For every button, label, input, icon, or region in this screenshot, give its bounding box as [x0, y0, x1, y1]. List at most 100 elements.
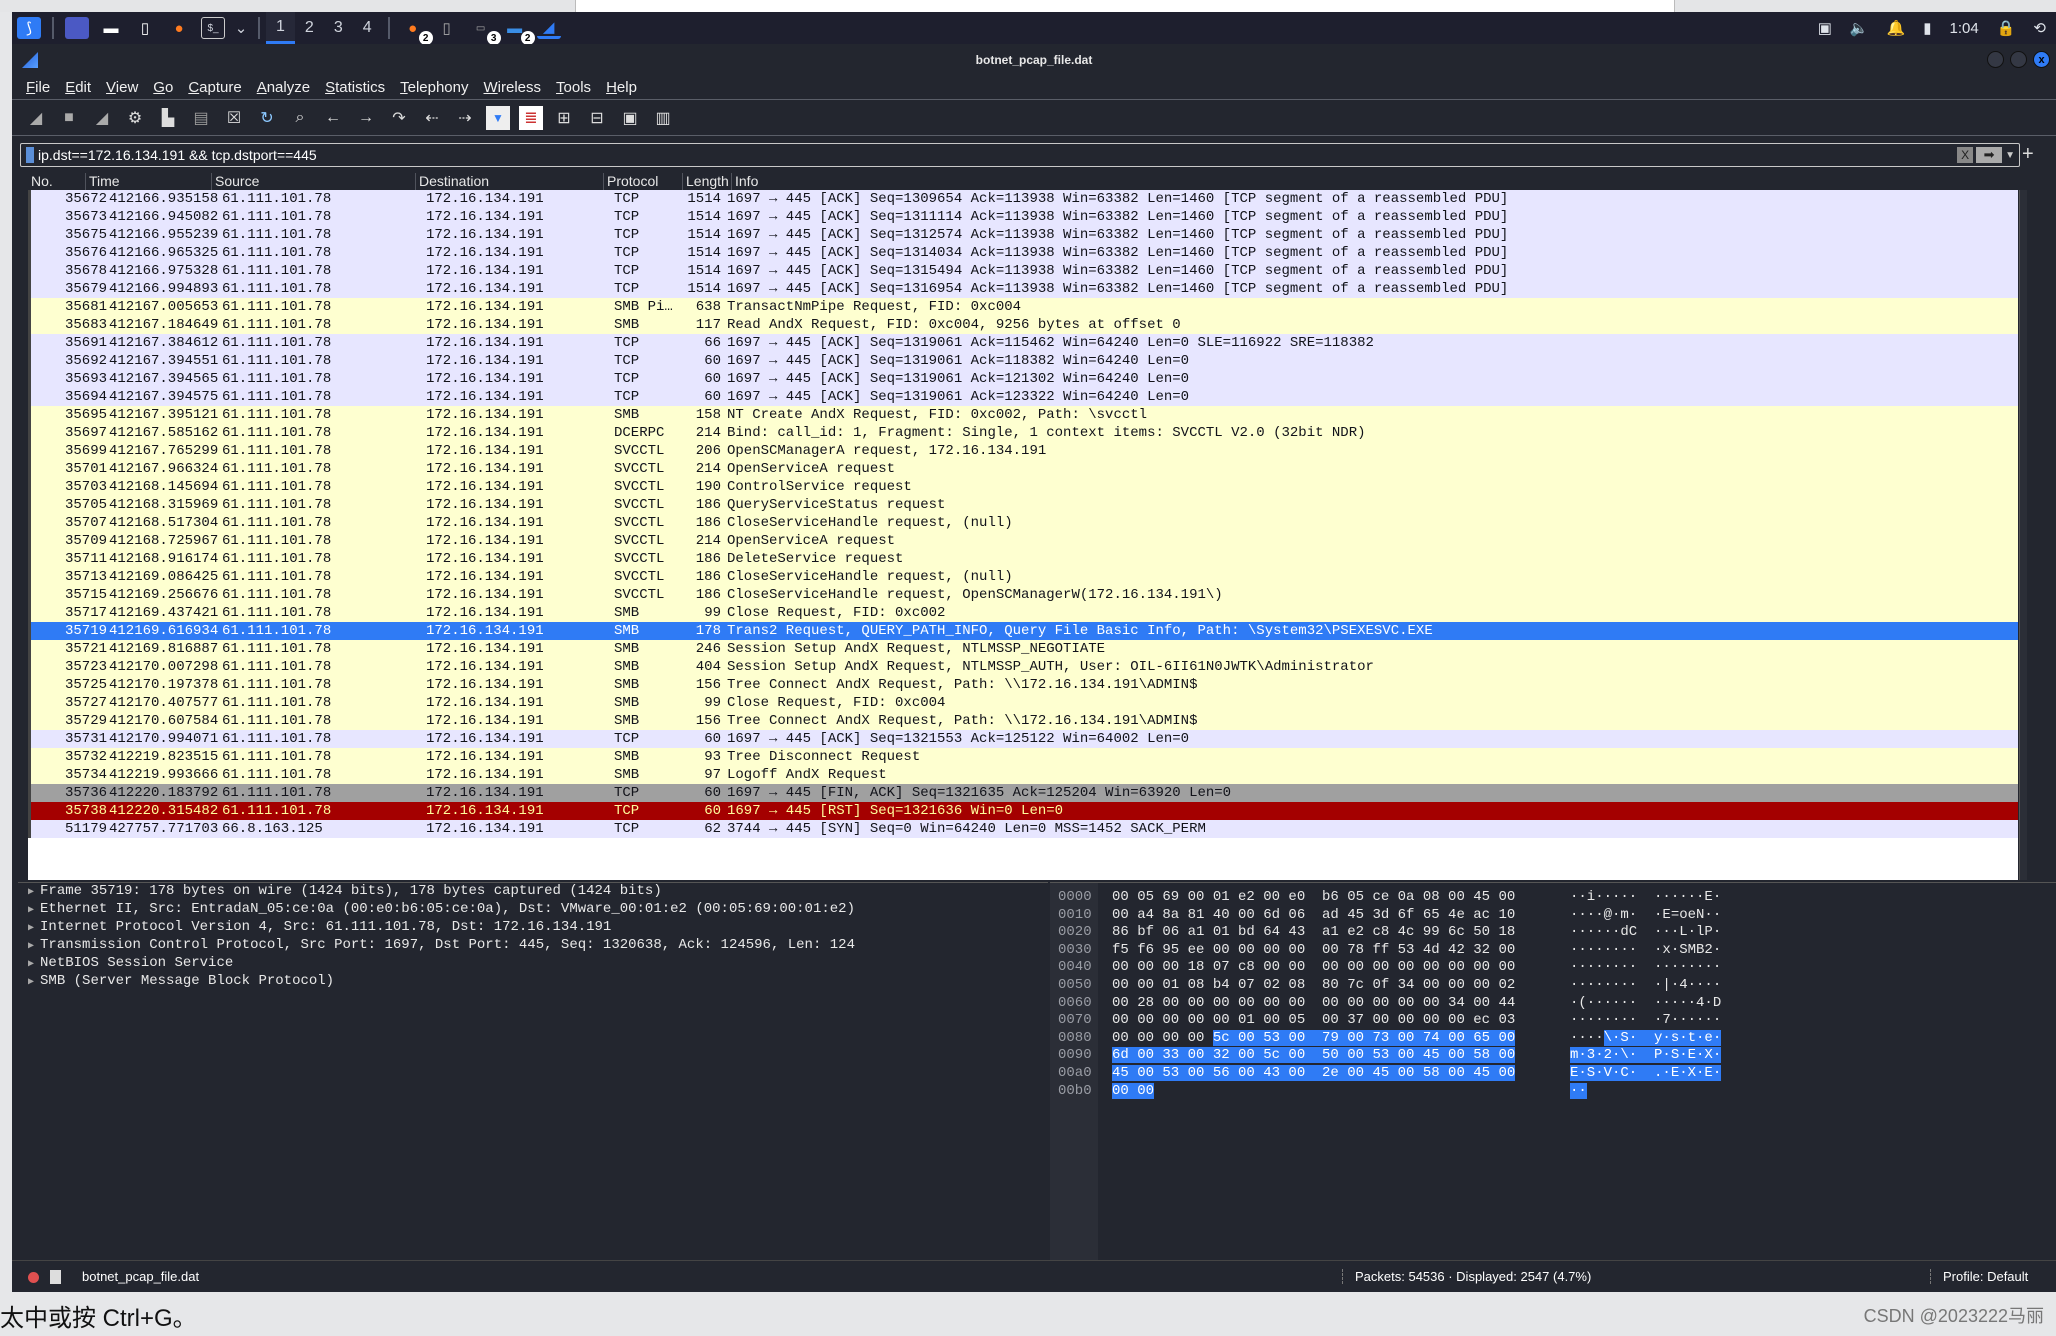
packet-row[interactable]: 35676 412166.965325 61.111.101.78 172.16.13…	[28, 244, 2018, 262]
zoom-in-icon[interactable]: ⊞	[552, 106, 576, 130]
filter-history-dropdown[interactable]: ▼	[2005, 150, 2015, 161]
wireshark-window-icon[interactable]: ◢	[536, 17, 561, 39]
save-file-icon[interactable]: ▤	[189, 106, 213, 130]
menu-telephony[interactable]: Telephony	[400, 79, 468, 96]
go-to-packet-icon[interactable]: ↷	[387, 106, 411, 130]
normal-size-icon[interactable]: ▣	[618, 106, 642, 130]
close-file-icon[interactable]: ☒	[222, 106, 246, 130]
packet-row[interactable]: 35672 412166.935158 61.111.101.78 172.16.13…	[28, 190, 2018, 208]
hex-bytes[interactable]: 00 28 00 00 00 00 00 00 00 00 00 00 00 3…	[1112, 995, 1515, 1012]
packet-row[interactable]: 35695 412167.395121 61.111.101.78 172.16.13…	[28, 406, 2018, 424]
terminal-window-icon[interactable]: ▭ 3	[469, 17, 501, 45]
close-button[interactable]: x	[2033, 51, 2050, 68]
open-file-icon[interactable]: ▙	[156, 106, 180, 130]
clear-filter-button[interactable]: X	[1957, 147, 1974, 163]
hex-ascii[interactable]: ··	[1570, 1082, 1587, 1100]
column-header-destination[interactable]: Destination	[415, 173, 489, 190]
hex-bytes[interactable]: 00 00 01 08 b4 07 02 08 80 7c 0f 34 00 0…	[1112, 977, 1515, 994]
menu-view[interactable]: View	[106, 79, 138, 96]
expert-info-icon[interactable]	[28, 1272, 39, 1283]
column-header-no[interactable]: No.	[28, 173, 53, 190]
scrollbar-thumb[interactable]	[2019, 190, 2027, 880]
selected-ascii[interactable]: ··	[1570, 1082, 1587, 1099]
selected-ascii[interactable]: E·S·V·C· .·E·X·E·	[1570, 1065, 1722, 1081]
packet-list-scrollbar[interactable]	[2018, 190, 2028, 880]
packet-row[interactable]: 35697 412167.585162 61.111.101.78 172.16.13…	[28, 424, 2018, 442]
bookmark-icon[interactable]	[26, 147, 34, 163]
hex-ascii[interactable]: ··i····· ······E·	[1570, 889, 1721, 906]
editor-window-icon[interactable]: ▯	[435, 17, 459, 39]
packet-row[interactable]: 35678 412166.975328 61.111.101.78 172.16.13…	[28, 262, 2018, 280]
hex-bytes[interactable]: 00 05 69 00 01 e2 00 e0 b6 05 ce 0a 08 0…	[1112, 889, 1515, 906]
packet-row[interactable]: 35717 412169.437421 61.111.101.78 172.16.13…	[28, 604, 2018, 622]
selected-bytes[interactable]: 6d 00 33 00 32 00 5c 00 50 00 53 00 45 0…	[1112, 1047, 1516, 1064]
expand-arrow-icon[interactable]: ▶	[28, 923, 34, 934]
reload-file-icon[interactable]: ↻	[255, 106, 279, 130]
logout-icon[interactable]: ⟲	[2033, 19, 2046, 37]
find-packet-icon[interactable]: ⌕	[288, 106, 312, 130]
packet-row[interactable]: 35692 412167.394551 61.111.101.78 172.16.13…	[28, 352, 2018, 370]
packet-row[interactable]: 35699 412167.765299 61.111.101.78 172.16.13…	[28, 442, 2018, 460]
firefox-window-icon[interactable]: ● 2	[401, 17, 433, 45]
packet-row[interactable]: 35734 412219.993666 61.111.101.78 172.16.13…	[28, 766, 2018, 784]
lock-icon[interactable]: 🔒	[1997, 19, 2016, 37]
packet-row[interactable]: 35711 412168.916174 61.111.101.78 172.16.13…	[28, 550, 2018, 568]
hex-bytes[interactable]: f5 f6 95 ee 00 00 00 00 00 78 ff 53 4d 4…	[1112, 942, 1515, 959]
packet-row[interactable]: 35736 412220.183792 61.111.101.78 172.16.13…	[28, 784, 2018, 802]
hex-bytes[interactable]: 00 00 00 18 07 c8 00 00 00 00 00 00 00 0…	[1112, 959, 1515, 976]
workspace-3[interactable]: 3	[324, 12, 353, 44]
stop-capture-icon[interactable]: ■	[57, 106, 81, 130]
detail-tree-item[interactable]: ▶ NetBIOS Session Service	[18, 955, 1048, 973]
packet-row[interactable]: 35679 412166.994893 61.111.101.78 172.16.13…	[28, 280, 2018, 298]
column-header-length[interactable]: Length	[682, 173, 729, 190]
apply-filter-button[interactable]: ➡	[1976, 147, 2003, 163]
detail-tree-item[interactable]: ▶ Frame 35719: 178 bytes on wire (1424 bi…	[18, 883, 1048, 901]
selected-bytes[interactable]: 5c 00 53 00 79 00 73 00 74 00 65 00	[1212, 1029, 1516, 1046]
resize-columns-icon[interactable]: ▥	[651, 106, 675, 130]
menu-tools[interactable]: Tools	[556, 79, 591, 96]
hex-ascii[interactable]: ····\·S· y·s·t·e·	[1570, 1029, 1722, 1047]
firefox-icon[interactable]: ●	[167, 17, 191, 39]
text-editor-icon[interactable]: ▯	[133, 17, 157, 39]
capture-comment-icon[interactable]	[50, 1270, 61, 1284]
menu-wireless[interactable]: Wireless	[484, 79, 542, 96]
menu-help[interactable]: Help	[606, 79, 637, 96]
hex-ascii[interactable]: ····@·m· ·E=oeN··	[1570, 907, 1721, 924]
network-icon[interactable]: ▣	[1818, 19, 1832, 37]
workspace-4[interactable]: 4	[353, 12, 382, 44]
workspace-2[interactable]: 2	[295, 12, 324, 44]
hex-bytes[interactable]: 00 00 00 00 5c 00 53 00 79 00 73 00 74 0…	[1112, 1029, 1516, 1047]
packet-row[interactable]: 35725 412170.197378 61.111.101.78 172.16.13…	[28, 676, 2018, 694]
hex-ascii[interactable]: ········ ·x·SMB2·	[1570, 942, 1721, 959]
zoom-out-icon[interactable]: ⊟	[585, 106, 609, 130]
expand-arrow-icon[interactable]: ▶	[28, 905, 34, 916]
hex-ascii[interactable]: ·(······ ·····4·D	[1570, 995, 1721, 1012]
hex-ascii[interactable]: ········ ········	[1570, 959, 1721, 976]
packet-row[interactable]: 35723 412170.007298 61.111.101.78 172.16.13…	[28, 658, 2018, 676]
folder-window-icon[interactable]: ▬ 2	[503, 17, 535, 45]
go-back-icon[interactable]: ←	[321, 106, 345, 130]
packet-row[interactable]: 35713 412169.086425 61.111.101.78 172.16.13…	[28, 568, 2018, 586]
menu-analyze[interactable]: Analyze	[257, 79, 310, 96]
menu-go[interactable]: Go	[153, 79, 173, 96]
hex-bytes[interactable]: 00 00	[1112, 1082, 1155, 1100]
menu-capture[interactable]: Capture	[188, 79, 241, 96]
colorize-icon[interactable]: ≣	[519, 105, 543, 130]
display-filter-input[interactable]	[38, 147, 1958, 163]
workspace-1[interactable]: 1	[266, 12, 295, 44]
column-header-source[interactable]: Source	[211, 173, 259, 190]
kali-menu-icon[interactable]: ⟆	[17, 17, 41, 39]
packet-row[interactable]: 35707 412168.517304 61.111.101.78 172.16.13…	[28, 514, 2018, 532]
packet-row[interactable]: 35691 412167.384612 61.111.101.78 172.16.13…	[28, 334, 2018, 352]
menu-file[interactable]: File	[26, 79, 50, 96]
selected-ascii[interactable]: \·S· y·s·t·e·	[1603, 1029, 1722, 1046]
expand-arrow-icon[interactable]: ▶	[28, 887, 34, 898]
go-last-icon[interactable]: ⇢	[453, 106, 477, 130]
column-header-time[interactable]: Time	[85, 173, 120, 190]
packet-row[interactable]: 35683 412167.184649 61.111.101.78 172.16.13…	[28, 316, 2018, 334]
expand-arrow-icon[interactable]: ▶	[28, 941, 34, 952]
packet-row[interactable]: 35701 412167.966324 61.111.101.78 172.16.13…	[28, 460, 2018, 478]
battery-icon[interactable]: ▮	[1923, 19, 1931, 37]
packet-row[interactable]: 35709 412168.725967 61.111.101.78 172.16.13…	[28, 532, 2018, 550]
minimize-button[interactable]	[1987, 51, 2004, 68]
